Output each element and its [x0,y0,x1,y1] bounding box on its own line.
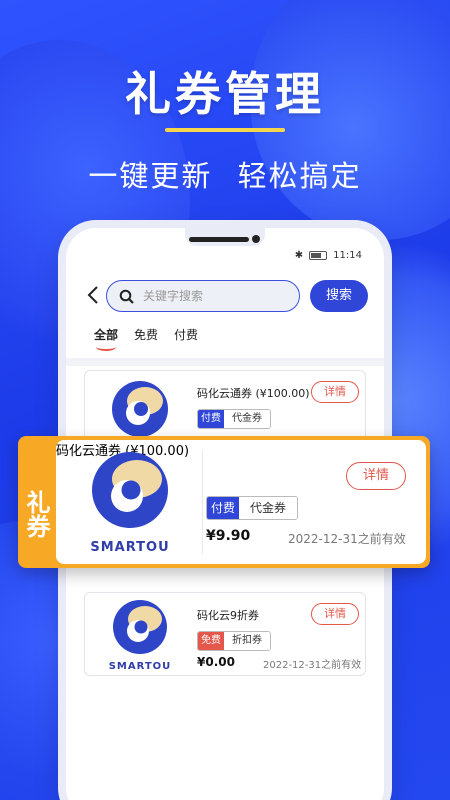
highlight-coupon-card[interactable]: SMARTOU 码化云通券 (¥100.00) 详情 付费 代金券 ¥9.90 … [56,440,426,564]
detail-button[interactable]: 详情 [311,381,359,403]
coupon-kind: 免费 [198,632,224,650]
status-bar: ✱ 11:14 [295,250,362,261]
back-icon[interactable] [86,284,106,308]
phone-notch [185,228,265,246]
coupon-title: 码化云9折券 [197,609,259,622]
search-row: 搜索 [86,280,368,312]
bluetooth-icon: ✱ [294,250,304,261]
coupon-type: 代金券 [224,410,270,428]
filter-tabs: 全部 免费 付费 [94,326,198,351]
highlight-divider [202,450,203,554]
hero-title: 礼券管理 [125,67,325,121]
tab-all[interactable]: 全部 [94,326,118,351]
search-box[interactable] [106,280,300,312]
coupon-kind: 付费 [207,497,239,519]
search-button[interactable]: 搜索 [310,280,368,312]
coupon-kind: 付费 [198,410,224,428]
logo-wordmark: SMARTOU [90,540,170,555]
coupon-type: 代金券 [239,497,297,519]
search-icon [119,289,135,309]
coupon-tag: 免费 折扣券 [197,631,271,651]
gift-side-label: 礼券 [22,490,50,538]
detail-button[interactable]: 详情 [311,603,359,625]
coupon-tag: 付费 代金券 [197,409,271,429]
tab-paid[interactable]: 付费 [174,326,198,349]
coupon-title: 码化云通券 (¥100.00) [197,387,310,400]
section-divider [66,358,384,366]
coupon-expiry: 2022-12-31之前有效 [288,532,406,546]
coupon-tag: 付费 代金券 [206,496,298,520]
status-time: 11:14 [333,250,362,261]
coupon-logo: SMARTOU [105,599,175,673]
coupon-type: 折扣券 [224,632,270,650]
coupon-expiry: 2022-12-31之前有效 [263,660,362,671]
hero-underline [165,128,285,132]
logo-wordmark: SMARTOU [108,661,172,672]
coupon-price: ¥9.90 [206,528,251,544]
highlight-popup: 礼券 SMARTOU 码化云通券 (¥100.00) 详情 付费 代金券 ¥9.… [18,436,430,568]
coupon-logo: SMARTOU [70,450,190,555]
detail-button[interactable]: 详情 [346,462,406,490]
hero-subtitle: 一键更新 轻松搞定 [88,159,362,193]
search-input[interactable] [143,287,293,305]
tab-free[interactable]: 免费 [134,326,158,349]
battery-icon [309,251,328,260]
coupon-price: ¥0.00 [197,655,235,669]
coupon-card[interactable]: SMARTOU 码化云9折券 详情 免费 折扣券 ¥0.00 2022-12-3… [84,592,366,676]
